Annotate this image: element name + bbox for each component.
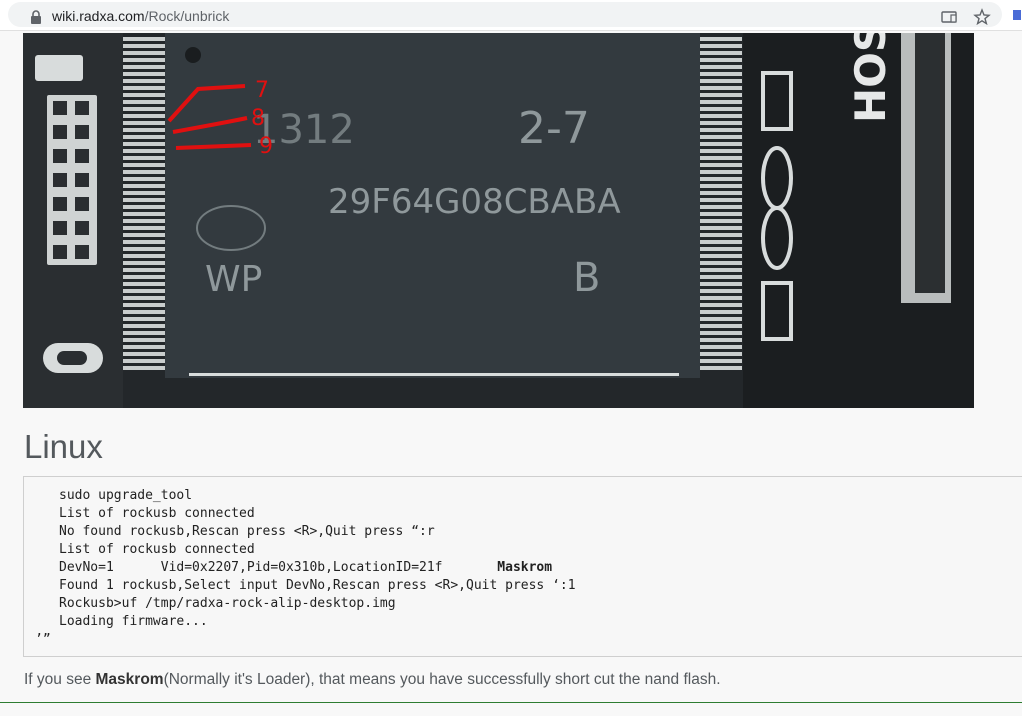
nand-chip-photo: HOST 1312 2-7 29F64G08CBABA WP B 7 8 9 <box>23 33 974 408</box>
url-path: /Rock/unbrick <box>144 8 230 24</box>
lock-icon[interactable] <box>30 10 42 24</box>
code-line: sudo upgrade_tool <box>59 488 193 503</box>
code-line: ’” <box>35 632 51 647</box>
code-line: Loading firmware... <box>59 614 208 629</box>
pin-label-9: 9 <box>259 134 273 159</box>
address-bar[interactable]: wiki.radxa.com/Rock/unbrick <box>8 2 1002 27</box>
page-content: HOST 1312 2-7 29F64G08CBABA WP B 7 8 9 L… <box>0 31 1022 716</box>
photo-illustration: HOST 1312 2-7 29F64G08CBABA WP B 7 8 9 <box>23 33 974 408</box>
url-host: wiki.radxa.com <box>52 8 145 24</box>
pin-label-8: 8 <box>251 106 265 131</box>
code-line: DevNo=1 Vid=0x2207,Pid=0x310b,LocationID… <box>59 560 553 575</box>
chip-marking-top: 2-7 <box>518 103 590 154</box>
extension-icon[interactable] <box>1012 8 1022 22</box>
star-icon[interactable] <box>973 8 991 26</box>
chip-marking-part: 29F64G08CBABA <box>328 182 621 222</box>
board-label: HOST <box>846 33 895 123</box>
url-text[interactable]: wiki.radxa.com/Rock/unbrick <box>52 8 229 24</box>
chip-marking-b: B <box>573 255 600 301</box>
result-paragraph: If you see Maskrom(Normally it's Loader)… <box>24 671 721 688</box>
code-line: List of rockusb connected <box>59 506 255 521</box>
chip-marking-wp: WP <box>205 259 262 300</box>
section-divider <box>0 702 1022 703</box>
section-heading-linux: Linux <box>24 428 103 465</box>
browser-toolbar: wiki.radxa.com/Rock/unbrick <box>0 0 1022 31</box>
code-block: sudo upgrade_tool List of rockusb connect… <box>23 476 1022 657</box>
code-line: Rockusb>uf /tmp/radxa-rock-alip-desktop.… <box>59 596 396 611</box>
cast-icon[interactable] <box>940 8 958 26</box>
maskrom-bold: Maskrom <box>95 671 164 688</box>
code-line: List of rockusb connected <box>59 542 255 557</box>
code-line: No found rockusb,Rescan press <R>,Quit p… <box>59 524 435 539</box>
maskrom-status: Maskrom <box>497 560 553 575</box>
code-line: Found 1 rockusb,Select input DevNo,Resca… <box>59 578 576 593</box>
pin-label-7: 7 <box>255 78 269 103</box>
